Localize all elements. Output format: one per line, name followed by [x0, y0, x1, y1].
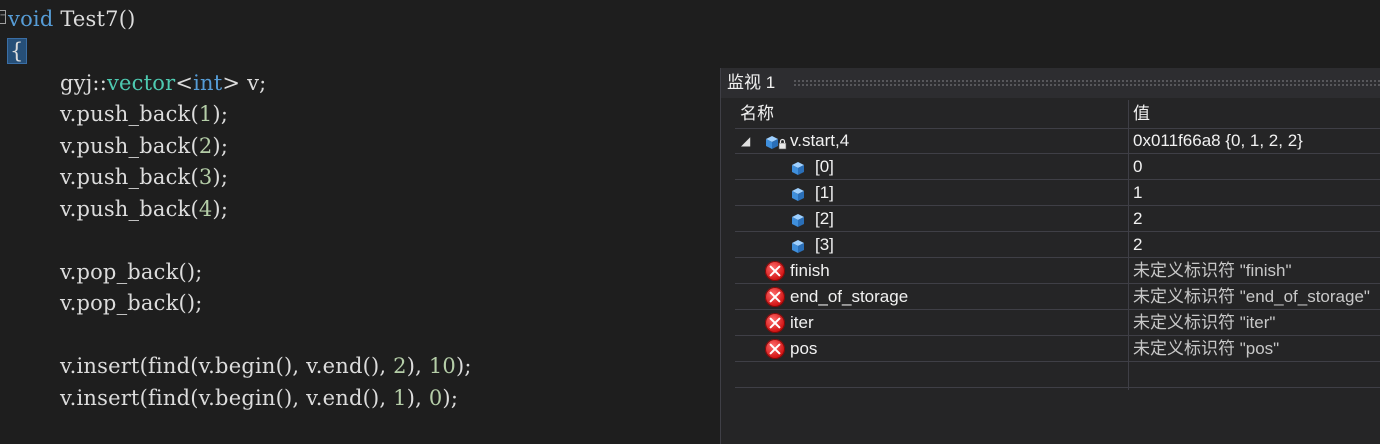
error-icon	[765, 287, 785, 307]
watch-value[interactable]: 0x011f66a8 {0, 1, 2, 2}	[1133, 128, 1303, 154]
watch-value[interactable]: 2	[1133, 206, 1142, 232]
code-token: ),	[406, 386, 429, 410]
code-token: int	[193, 71, 223, 95]
watch-value[interactable]: 2	[1133, 232, 1142, 258]
watch-name[interactable]: end_of_storage	[790, 284, 908, 310]
code-token: );	[212, 165, 229, 189]
code-token: );	[455, 354, 472, 378]
code-token: v.push_back(	[60, 102, 199, 126]
code-line[interactable]: void Test7()	[8, 4, 136, 35]
code-token: void	[8, 7, 54, 31]
watch-window[interactable]: 监视 1 名称 值 ◢ v.start,4 0x011f66a8 {0, 1, 2,…	[720, 68, 1380, 444]
watch-value[interactable]: 未定义标识符 "finish"	[1133, 258, 1291, 284]
code-token: );	[212, 102, 229, 126]
watch-grid[interactable]: 名称 值 ◢ v.start,4 0x011f66a8 {0, 1, 2, 2} [0…	[735, 100, 1380, 390]
watch-row[interactable]: [2] 2	[735, 206, 1380, 232]
code-line[interactable]: v.push_back(4);	[60, 194, 228, 225]
code-token: ),	[406, 354, 429, 378]
code-token: {	[7, 38, 27, 64]
code-line[interactable]: v.pop_back();	[60, 257, 203, 288]
watch-gutter	[721, 100, 735, 390]
watch-header: 名称 值	[735, 100, 1380, 129]
code-token: 1	[393, 386, 407, 410]
code-line[interactable]: {	[7, 36, 27, 67]
watch-row[interactable]: [1] 1	[735, 180, 1380, 206]
watch-row[interactable]: end_of_storage 未定义标识符 "end_of_storage"	[735, 284, 1380, 310]
code-token: 1	[198, 102, 213, 126]
watch-name[interactable]: [2]	[815, 206, 834, 232]
code-token: 4	[198, 197, 213, 221]
watch-value[interactable]: 未定义标识符 "iter"	[1133, 310, 1275, 336]
error-icon	[765, 313, 785, 333]
code-token: 3	[198, 165, 213, 189]
watch-value[interactable]: 未定义标识符 "pos"	[1133, 336, 1279, 362]
code-token: <	[175, 71, 194, 95]
code-token: v.push_back(	[60, 165, 199, 189]
watch-title: 监视 1	[727, 73, 776, 92]
watch-name[interactable]: finish	[790, 258, 830, 284]
code-line[interactable]: gyj::vector<int> v;	[60, 68, 266, 99]
watch-name[interactable]: pos	[790, 336, 817, 362]
code-token: v.pop_back();	[60, 260, 203, 284]
watch-name[interactable]: [0]	[815, 154, 834, 180]
code-token: 0	[428, 386, 443, 410]
code-token: 10	[428, 354, 456, 378]
code-token: v.insert(find(v.begin(), v.end(),	[60, 386, 394, 410]
code-token: gyj::	[60, 71, 107, 95]
watch-row[interactable]	[735, 362, 1380, 388]
column-header-value[interactable]: 值	[1133, 100, 1150, 128]
watch-value[interactable]: 0	[1133, 154, 1142, 180]
watch-row[interactable]: [0] 0	[735, 154, 1380, 180]
code-token: v.insert(find(v.begin(), v.end(),	[60, 354, 394, 378]
watch-row[interactable]: ◢ v.start,4 0x011f66a8 {0, 1, 2, 2}	[735, 128, 1380, 154]
watch-name[interactable]: v.start,4	[790, 128, 849, 154]
error-icon	[765, 261, 785, 281]
code-editor[interactable]: − void Test7() { gyj::vector<int> v; v.p…	[0, 0, 720, 444]
code-token: v.push_back(	[60, 197, 199, 221]
code-token: );	[442, 386, 459, 410]
collapse-arrow-icon[interactable]: ◢	[741, 128, 750, 154]
code-line[interactable]: v.push_back(2);	[60, 131, 228, 162]
code-token: vector	[106, 71, 176, 95]
code-line[interactable]: v.insert(find(v.begin(), v.end(), 2), 10…	[60, 351, 472, 382]
watch-name[interactable]: [3]	[815, 232, 834, 258]
code-line[interactable]: v.push_back(1);	[60, 99, 228, 130]
code-token: v.push_back(	[60, 134, 199, 158]
watch-value[interactable]: 1	[1133, 180, 1142, 206]
collapse-icon[interactable]: −	[0, 10, 6, 24]
code-token: Test7()	[53, 7, 136, 31]
code-line[interactable]: v.pop_back();	[60, 288, 203, 319]
code-line[interactable]: v.insert(find(v.begin(), v.end(), 1), 0)…	[60, 383, 458, 414]
watch-row[interactable]: finish 未定义标识符 "finish"	[735, 258, 1380, 284]
watch-row[interactable]: [3] 2	[735, 232, 1380, 258]
code-token: > v;	[222, 71, 267, 95]
watch-name[interactable]: [1]	[815, 180, 834, 206]
watch-name[interactable]: iter	[790, 310, 814, 336]
code-token: );	[212, 197, 229, 221]
code-token: 2	[393, 354, 407, 378]
code-token: v.pop_back();	[60, 291, 203, 315]
watch-title-bar[interactable]: 监视 1	[721, 68, 1380, 98]
watch-row[interactable]: pos 未定义标识符 "pos"	[735, 336, 1380, 362]
error-icon	[765, 339, 785, 359]
code-token: );	[212, 134, 229, 158]
title-grip[interactable]	[793, 79, 1380, 86]
code-line[interactable]: v.push_back(3);	[60, 162, 228, 193]
watch-value[interactable]: 未定义标识符 "end_of_storage"	[1133, 284, 1370, 310]
code-token: 2	[198, 134, 213, 158]
column-header-name[interactable]: 名称	[740, 100, 774, 128]
watch-row[interactable]: iter 未定义标识符 "iter"	[735, 310, 1380, 336]
